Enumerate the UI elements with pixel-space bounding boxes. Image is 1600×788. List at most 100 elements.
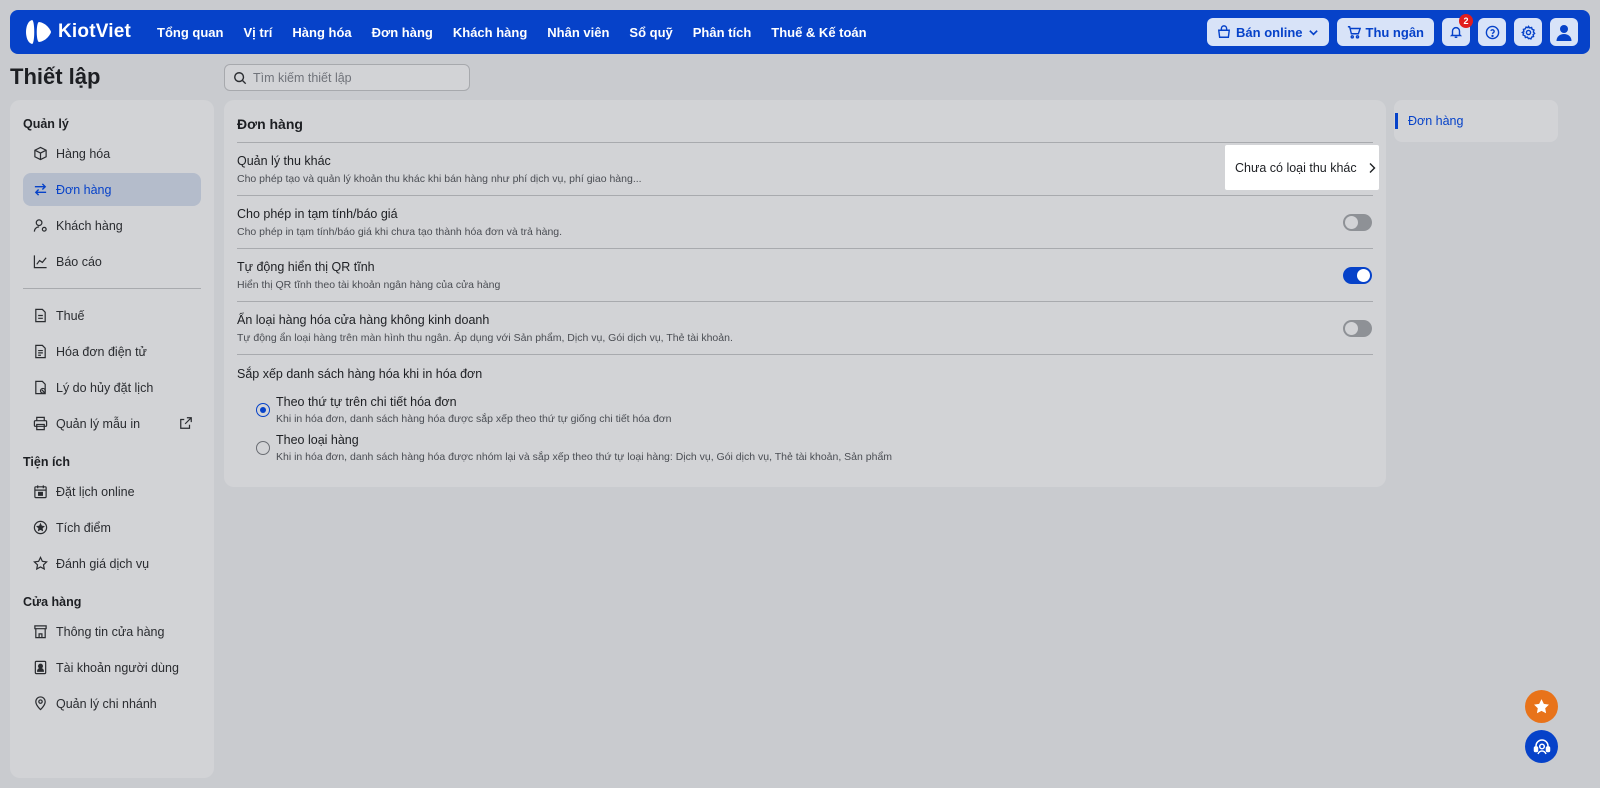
sort-option-invoice-order[interactable]: Theo thứ tự trên chi tiết hóa đơn Khi in… [256,395,1373,425]
nav-hang-hoa[interactable]: Hàng hóa [292,25,351,40]
nav-nhan-vien[interactable]: Nhân viên [547,25,609,40]
sidebar-item-label: Tích điểm [56,520,111,535]
sell-online-button[interactable]: Bán online [1207,18,1329,46]
page-title: Thiết lập [10,64,101,89]
nav-don-hang[interactable]: Đơn hàng [372,25,433,40]
printer-icon [33,416,48,431]
user-settings-icon [33,219,47,232]
other-charges-link[interactable]: Chưa có loại thu khác [1225,145,1379,190]
section-title-cua-hang: Cửa hàng [23,595,82,609]
sidebar-divider [23,288,201,289]
nav-vi-tri[interactable]: Vị trí [243,25,272,40]
hide-categories-toggle[interactable] [1343,320,1372,337]
sidebar-item-hoa-don-dien-tu[interactable]: Hóa đơn điện tử [23,335,201,368]
option-desc: Khi in hóa đơn, danh sách hàng hóa được … [276,413,672,425]
support-agent-icon [1533,738,1550,754]
setting-row-other-charges: Quản lý thu khác Cho phép tạo và quản lý… [237,143,1379,196]
help-button[interactable] [1478,18,1506,46]
sidebar-item-label: Thông tin cửa hàng [56,624,165,639]
sidebar-item-label: Đánh giá dịch vụ [56,556,150,571]
help-icon [1485,25,1499,39]
sidebar-item-dat-lich-online[interactable]: Đặt lịch online [23,475,201,508]
star-circle-icon [33,520,48,535]
cashier-button[interactable]: Thu ngân [1336,18,1434,46]
star-icon [33,556,48,571]
sidebar-item-label: Báo cáo [56,254,102,269]
sidebar-item-danh-gia-dich-vu[interactable]: Đánh giá dịch vụ [23,547,201,580]
setting-title: Tự động hiển thị QR tĩnh [237,260,375,274]
search-icon [234,71,247,84]
support-fab-button[interactable] [1525,730,1558,763]
bell-icon [1449,26,1463,38]
user-card-icon [34,660,47,675]
sidebar-item-ly-do-huy-dat-lich[interactable]: Lý do hủy đặt lịch [23,371,201,404]
sidebar-item-label: Tài khoản người dùng [56,660,179,675]
shop-online-icon [1218,25,1231,38]
top-navigation: KiotViet Tổng quan Vị trí Hàng hóa Đơn h… [10,10,1590,54]
panel-title: Đơn hàng [237,100,1373,143]
rating-fab-button[interactable] [1525,690,1558,723]
sidebar-item-quan-ly-chi-nhanh[interactable]: Quản lý chi nhánh [23,687,201,720]
setting-row-hide-categories: Ẩn loại hàng hóa cửa hàng không kinh doa… [237,302,1373,355]
anchor-link-don-hang[interactable]: Đơn hàng [1408,114,1463,128]
setting-desc: Cho phép in tạm tính/báo giá khi chưa tạ… [237,226,563,238]
settings-sidebar: Quản lý Hàng hóa Đơn hàng Khách hàng Báo… [10,100,214,778]
nav-khach-hang[interactable]: Khách hàng [453,25,527,40]
radio-button[interactable] [256,441,270,455]
sidebar-item-thong-tin-cua-hang[interactable]: Thông tin cửa hàng [23,615,201,648]
calendar-cancel-icon [35,380,46,395]
settings-search[interactable] [224,64,470,91]
setting-row-auto-qr: Tự động hiển thị QR tĩnh Hiển thị QR tĩn… [237,249,1373,302]
nav-thue-ke-toan[interactable]: Thuế & Kế toán [771,25,866,40]
toggle-knob [1345,216,1358,229]
setting-title: Quản lý thu khác [237,154,331,168]
sort-option-category[interactable]: Theo loại hàng Khi in hóa đơn, danh sách… [256,433,1373,463]
sidebar-item-label: Đặt lịch online [56,484,135,499]
search-input[interactable] [253,70,453,85]
notification-badge: 2 [1459,14,1473,28]
sidebar-item-label: Hàng hóa [56,146,111,161]
sidebar-item-label: Thuế [56,308,85,323]
external-link-icon[interactable] [179,416,193,430]
sidebar-item-label: Quản lý chi nhánh [56,696,157,711]
box-icon [34,146,47,161]
nav-phan-tich[interactable]: Phân tích [693,25,752,40]
radio-button[interactable] [256,403,270,417]
setting-desc: Cho phép tạo và quản lý khoản thu khác k… [237,173,642,185]
nav-so-quy[interactable]: Sổ quỹ [629,25,672,40]
setting-title: Cho phép in tạm tính/báo giá [237,207,398,221]
sidebar-item-quan-ly-mau-in[interactable]: Quản lý mẫu in [23,407,201,440]
notification-button[interactable]: 2 [1442,14,1473,46]
sidebar-item-don-hang[interactable]: Đơn hàng [23,173,201,206]
option-title: Theo loại hàng [276,433,359,447]
setting-title: Ẩn loại hàng hóa cửa hàng không kinh doa… [237,313,490,327]
cashier-label: Thu ngân [1365,24,1425,40]
setting-desc: Hiển thị QR tĩnh theo tài khoản ngân hàn… [237,279,501,291]
logo[interactable]: KiotViet [22,17,131,47]
setting-title: Sắp xếp danh sách hàng hóa khi in hóa đơ… [237,367,483,381]
settings-button[interactable] [1514,18,1542,46]
section-anchor-nav: Đơn hàng [1394,100,1558,142]
auto-qr-toggle[interactable] [1343,267,1372,284]
user-avatar-icon [1556,25,1572,41]
toggle-knob [1357,269,1370,282]
sell-online-label: Bán online [1236,24,1303,40]
sidebar-item-label: Lý do hủy đặt lịch [56,380,154,395]
sidebar-item-label: Hóa đơn điện tử [56,344,147,359]
sidebar-item-hang-hoa[interactable]: Hàng hóa [23,137,201,170]
sidebar-item-khach-hang[interactable]: Khách hàng [23,209,201,242]
sidebar-item-tai-khoan-nguoi-dung[interactable]: Tài khoản người dùng [23,651,201,684]
sidebar-item-label: Khách hàng [56,218,123,233]
store-icon [34,625,47,639]
tax-doc-icon [35,308,46,323]
star-icon [1534,699,1549,714]
sidebar-item-thue[interactable]: Thuế [23,299,201,332]
sidebar-item-tich-diem[interactable]: Tích điểm [23,511,201,544]
document-icon [35,344,46,359]
option-desc: Khi in hóa đơn, danh sách hàng hóa được … [276,451,893,463]
nav-tong-quan[interactable]: Tổng quan [157,25,223,40]
sidebar-item-bao-cao[interactable]: Báo cáo [23,245,201,278]
print-quote-toggle[interactable] [1343,214,1372,231]
anchor-active-indicator [1395,113,1398,129]
avatar[interactable] [1550,18,1578,46]
